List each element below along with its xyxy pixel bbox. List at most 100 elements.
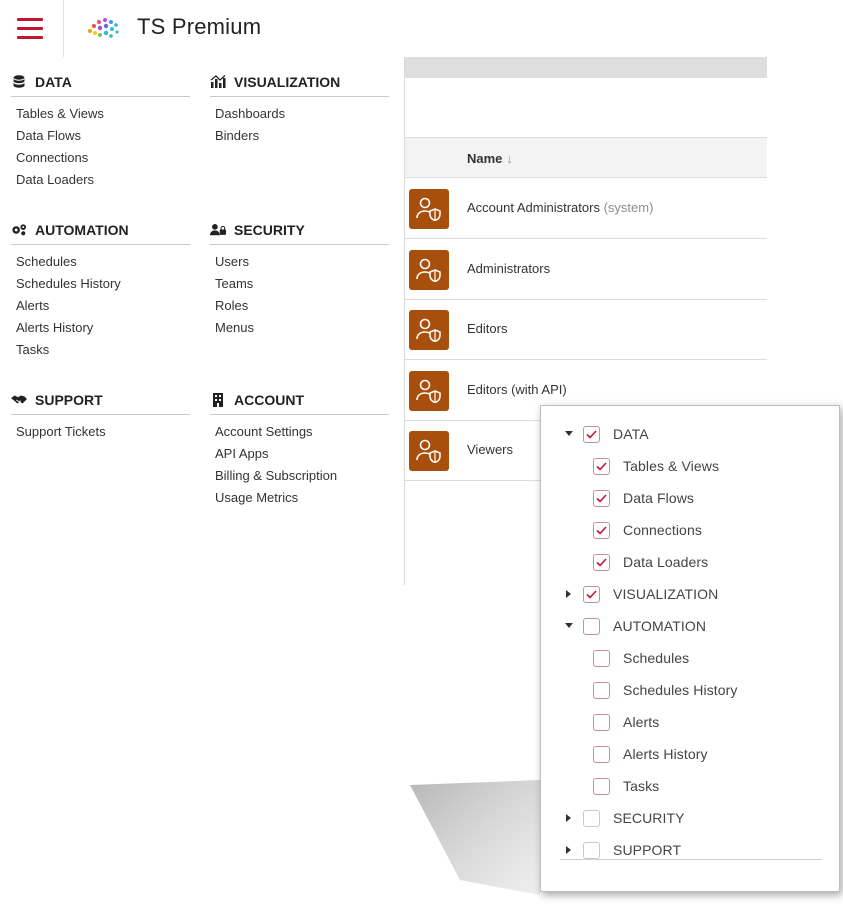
role-shield-icon	[409, 189, 449, 229]
role-name[interactable]: Editors	[467, 321, 507, 336]
menu-item-binders[interactable]: Binders	[210, 125, 389, 147]
menu-section-support: SUPPORT Support Tickets	[11, 385, 190, 443]
section-title: SECURITY	[234, 221, 305, 238]
checkbox-unchecked[interactable]	[583, 841, 600, 859]
caret-down-icon[interactable]	[565, 430, 573, 438]
menu-item-api-apps[interactable]: API Apps	[210, 443, 389, 465]
table-row[interactable]: Editors	[405, 299, 767, 360]
tree-node-data-loaders[interactable]: Data Loaders	[593, 551, 708, 573]
tree-node-alerts-history[interactable]: Alerts History	[593, 743, 708, 765]
gears-icon	[11, 223, 27, 237]
tree-node-support[interactable]: SUPPORT	[565, 839, 681, 861]
caret-right-icon[interactable]	[565, 846, 573, 854]
brand-logo	[88, 18, 119, 38]
menu-item-roles[interactable]: Roles	[210, 295, 389, 317]
menu-item-data-flows[interactable]: Data Flows	[11, 125, 190, 147]
caret-right-icon[interactable]	[565, 590, 573, 598]
checkbox-checked[interactable]	[593, 489, 610, 507]
menu-item-tables-views[interactable]: Tables & Views	[11, 103, 190, 125]
menu-item-schedules[interactable]: Schedules	[11, 251, 190, 273]
section-title: ACCOUNT	[234, 391, 304, 408]
checkbox-checked[interactable]	[583, 585, 600, 603]
toolbar-strip	[405, 57, 767, 78]
menu-item-data-loaders[interactable]: Data Loaders	[11, 169, 190, 191]
menu-item-connections[interactable]: Connections	[11, 147, 190, 169]
tree-label: Connections	[623, 522, 702, 538]
menu-item-support-tickets[interactable]: Support Tickets	[11, 421, 190, 443]
column-header-name[interactable]: Name ↓	[467, 151, 513, 166]
menu-item-account-settings[interactable]: Account Settings	[210, 421, 389, 443]
checkbox-unchecked[interactable]	[583, 809, 600, 827]
arrow-down-icon: ↓	[506, 151, 513, 166]
checkbox-unchecked[interactable]	[593, 745, 610, 763]
role-name[interactable]: Viewers	[467, 442, 513, 457]
top-bar: TS Premium	[0, 0, 843, 57]
navigation-menu: DATA Tables & Views Data Flows Connections…	[0, 57, 405, 585]
tree-label: SUPPORT	[613, 842, 682, 858]
tree-node-tasks[interactable]: Tasks	[593, 775, 659, 797]
tree-node-data[interactable]: DATA	[565, 423, 649, 445]
tree-label: Schedules	[623, 650, 690, 666]
tree-label: Schedules History	[623, 682, 738, 698]
menu-item-teams[interactable]: Teams	[210, 273, 389, 295]
tree-node-automation[interactable]: AUTOMATION	[565, 615, 706, 637]
role-name[interactable]: Administrators	[467, 261, 550, 276]
tree-node-security[interactable]: SECURITY	[565, 807, 685, 829]
checkbox-checked[interactable]	[583, 425, 600, 443]
role-suffix: (system)	[603, 200, 654, 215]
menu-item-schedules-history[interactable]: Schedules History	[11, 273, 190, 295]
table-row[interactable]: Administrators	[405, 239, 767, 300]
checkbox-unchecked[interactable]	[593, 713, 610, 731]
menu-section-data: DATA Tables & Views Data Flows Connections…	[11, 67, 190, 191]
checkbox-unchecked[interactable]	[593, 649, 610, 667]
role-name[interactable]: Editors (with API)	[467, 382, 567, 397]
menu-item-alerts-history[interactable]: Alerts History	[11, 317, 190, 339]
building-icon	[210, 392, 226, 407]
checkbox-unchecked[interactable]	[593, 777, 610, 795]
menu-item-dashboards[interactable]: Dashboards	[210, 103, 389, 125]
menu-item-users[interactable]: Users	[210, 251, 389, 273]
caret-right-icon[interactable]	[565, 814, 573, 822]
section-title: SUPPORT	[35, 391, 103, 408]
tree-node-connections[interactable]: Connections	[593, 519, 702, 541]
tree-label: Alerts	[623, 714, 660, 730]
checkbox-checked[interactable]	[593, 457, 610, 475]
check-icon	[596, 525, 607, 535]
tree-label: SECURITY	[613, 810, 685, 826]
tree-node-alerts[interactable]: Alerts	[593, 711, 659, 733]
tree-label: VISUALIZATION	[613, 586, 719, 602]
tree-node-schedules-history[interactable]: Schedules History	[593, 679, 738, 701]
tree-node-schedules[interactable]: Schedules	[593, 647, 689, 669]
role-shield-icon	[409, 431, 449, 471]
checkbox-unchecked[interactable]	[583, 617, 600, 635]
checkbox-checked[interactable]	[593, 521, 610, 539]
hamburger-icon[interactable]	[0, 0, 64, 57]
database-icon	[11, 75, 27, 89]
checkbox-checked[interactable]	[593, 553, 610, 571]
chart-icon	[210, 75, 226, 89]
check-icon	[586, 429, 597, 439]
menu-item-alerts[interactable]: Alerts	[11, 295, 190, 317]
tree-node-data-flows[interactable]: Data Flows	[593, 487, 694, 509]
menu-section-account: ACCOUNT Account Settings API Apps Billing …	[210, 385, 389, 509]
menu-item-tasks[interactable]: Tasks	[11, 339, 190, 361]
caret-down-icon[interactable]	[565, 622, 573, 630]
table-header: Name ↓	[405, 137, 767, 178]
handshake-icon	[11, 393, 27, 407]
role-shield-icon	[409, 310, 449, 350]
role-name[interactable]: Account Administrators (system)	[467, 200, 653, 215]
tree-label: DATA	[613, 426, 649, 442]
permissions-tree-popup: DATA Tables & Views Data Flows Connections D…	[540, 405, 840, 892]
tree-node-tables-views[interactable]: Tables & Views	[593, 455, 719, 477]
menu-item-billing-subscription[interactable]: Billing & Subscription	[210, 465, 389, 487]
check-icon	[596, 493, 607, 503]
menu-item-usage-metrics[interactable]: Usage Metrics	[210, 487, 389, 509]
menu-section-security: SECURITY Users Teams Roles Menus	[210, 215, 389, 339]
checkbox-unchecked[interactable]	[593, 681, 610, 699]
menu-section-automation: AUTOMATION Schedules Schedules History Ale…	[11, 215, 190, 361]
role-shield-icon	[409, 250, 449, 290]
tree-node-visualization[interactable]: VISUALIZATION	[565, 583, 718, 605]
menu-item-menus[interactable]: Menus	[210, 317, 389, 339]
table-row[interactable]: Account Administrators (system)	[405, 178, 767, 239]
check-icon	[596, 557, 607, 567]
